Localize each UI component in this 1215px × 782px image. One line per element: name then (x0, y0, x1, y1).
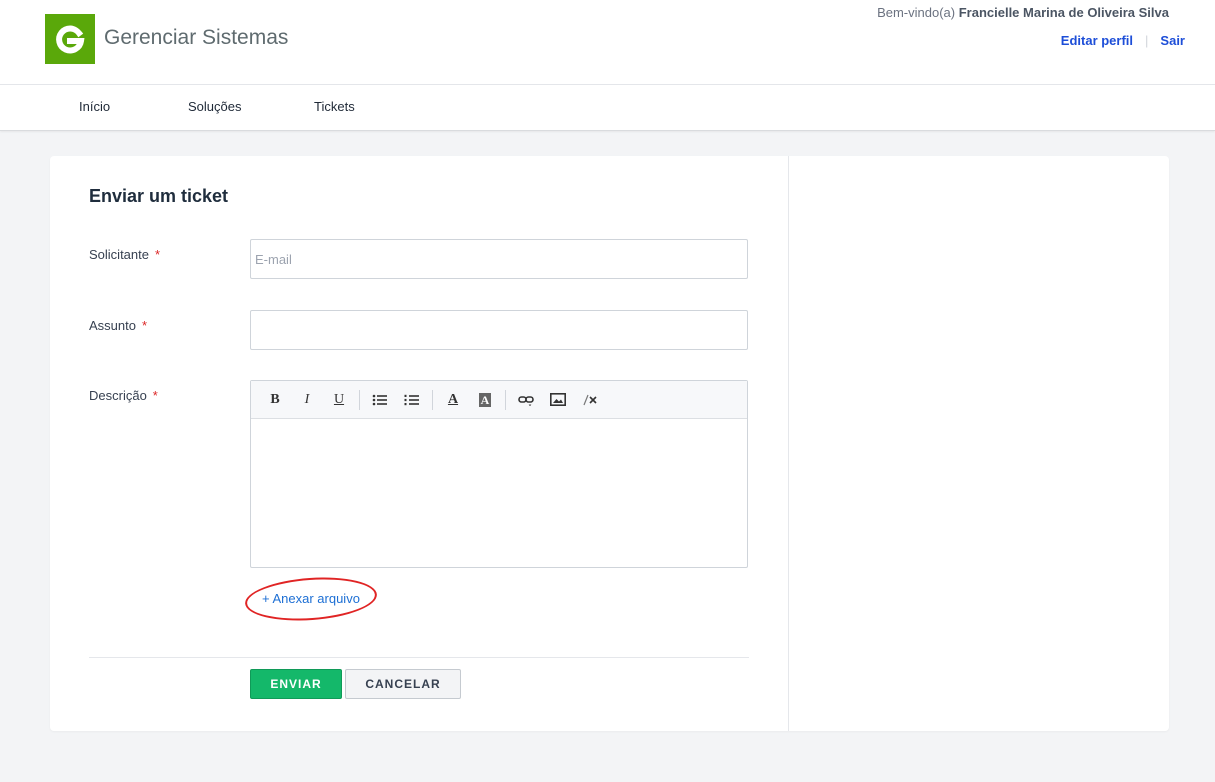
description-label: Descrição * (89, 388, 158, 403)
card-divider (788, 156, 789, 731)
toolbar-separator (505, 389, 506, 410)
edit-profile-link[interactable]: Editar perfil (1061, 33, 1133, 48)
image-icon (550, 393, 566, 406)
app-title: Gerenciar Sistemas (104, 26, 289, 49)
bold-button[interactable]: B (259, 386, 291, 414)
form-footer-divider (89, 657, 749, 658)
welcome-prefix: Bem-vindo(a) (877, 5, 959, 20)
bulleted-list-button[interactable] (364, 386, 396, 414)
highlight-button[interactable]: A (469, 386, 501, 414)
clear-format-button[interactable] (574, 386, 606, 414)
nav-item-tickets[interactable]: Tickets (314, 99, 355, 114)
editor-toolbar: B I U A A (251, 381, 747, 419)
logo-g-icon (56, 25, 85, 54)
ticket-form-card: Enviar um ticket Solicitante * Assunto * D… (50, 156, 1169, 731)
subject-input[interactable] (250, 310, 748, 350)
required-mark: * (141, 318, 148, 333)
user-name: Francielle Marina de Oliveira Silva (958, 5, 1169, 20)
logo[interactable] (45, 14, 95, 64)
clear-format-icon (583, 394, 597, 405)
toolbar-separator (359, 389, 360, 410)
description-textarea[interactable] (251, 419, 747, 567)
user-links: Editar perfil | Sair (1061, 33, 1185, 48)
subject-label: Assunto * (89, 318, 147, 333)
required-mark: * (152, 388, 158, 403)
bulleted-list-icon (372, 394, 387, 405)
underline-button[interactable]: U (323, 386, 355, 414)
top-header: Gerenciar Sistemas Bem-vindo(a) Franciel… (0, 0, 1215, 85)
requester-label-text: Solicitante (89, 247, 149, 262)
link-icon (518, 395, 534, 406)
requester-label: Solicitante * (89, 247, 160, 262)
numbered-list-icon (404, 394, 419, 405)
link-button[interactable] (510, 386, 542, 414)
nav-item-solucoes[interactable]: Soluções (188, 99, 241, 114)
description-editor: B I U A A (250, 380, 748, 568)
highlight-icon: A (478, 392, 492, 407)
cancel-button[interactable]: CANCELAR (345, 669, 461, 699)
image-button[interactable] (542, 386, 574, 414)
attach-file-link[interactable]: + Anexar arquivo (262, 591, 360, 606)
toolbar-separator (432, 389, 433, 410)
text-color-button[interactable]: A (437, 386, 469, 414)
welcome-message: Bem-vindo(a) Francielle Marina de Olivei… (877, 5, 1169, 20)
link-separator: | (1145, 33, 1149, 48)
requester-email-input[interactable] (250, 239, 748, 279)
page-title: Enviar um ticket (89, 186, 229, 206)
italic-button[interactable]: I (291, 386, 323, 414)
numbered-list-button[interactable] (396, 386, 428, 414)
description-label-text: Descrição (89, 388, 147, 403)
required-mark: * (154, 247, 161, 262)
logout-link[interactable]: Sair (1160, 33, 1185, 48)
subject-label-text: Assunto (89, 318, 136, 333)
main-nav: Início Soluções Tickets (0, 85, 1215, 131)
submit-button[interactable]: ENVIAR (250, 669, 342, 699)
nav-item-inicio[interactable]: Início (79, 99, 110, 114)
